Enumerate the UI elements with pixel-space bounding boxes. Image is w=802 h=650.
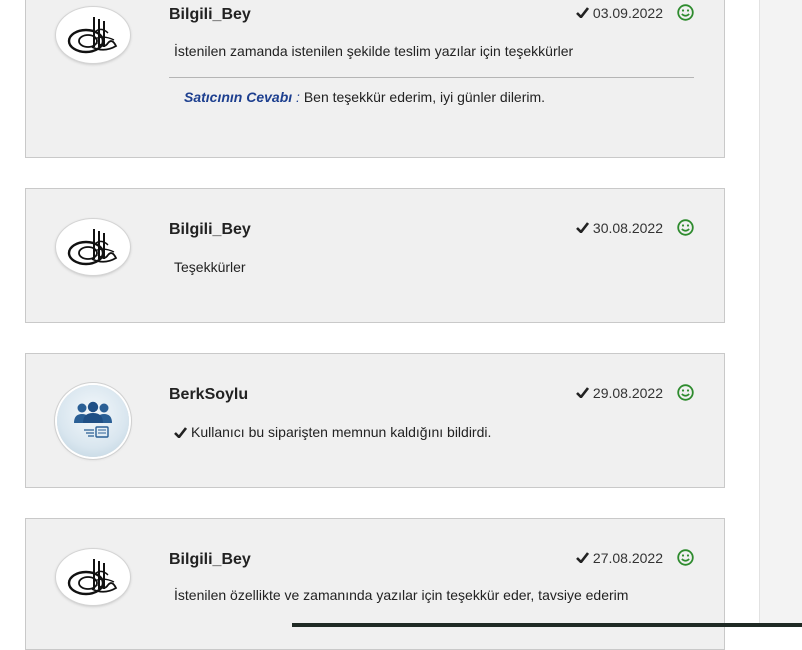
seller-reply: Satıcının Cevabı : Ben teşekkür ederim, … [184, 89, 545, 105]
checkmark-icon [576, 552, 589, 563]
review-card: BerkSoylu 29.08.2022 Kullanıcı bu sipari… [25, 353, 725, 488]
review-comment-text: İstenilen zamanda istenilen şekilde tesl… [174, 43, 574, 59]
tughra-calligraphy-icon [67, 17, 118, 54]
review-comment-text: Teşekkürler [174, 259, 246, 275]
seller-reply-label: Satıcının Cevabı [184, 89, 293, 105]
review-card: Bilgili_Bey 30.08.2022 Teşekkürler [25, 188, 725, 323]
review-comment: Teşekkürler [174, 259, 246, 275]
smiley-icon [677, 384, 694, 401]
reviewer-avatar [56, 219, 130, 275]
checkmark-icon [576, 7, 589, 18]
checkmark-icon [174, 426, 187, 438]
tughra-calligraphy-icon [67, 559, 118, 596]
review-comment-text: Kullanıcı bu siparişten memnun kaldığını… [191, 424, 492, 440]
review-meta: 03.09.2022 [576, 4, 694, 21]
review-meta: 30.08.2022 [576, 219, 694, 236]
reviewer-username[interactable]: BerkSoylu [169, 386, 248, 404]
seller-reply-text: Ben teşekkür ederim, iyi günler dilerim. [303, 89, 546, 105]
smiley-icon [677, 4, 694, 21]
tughra-calligraphy-icon [67, 229, 118, 266]
smiley-icon [677, 549, 694, 566]
review-date: 03.09.2022 [592, 4, 663, 21]
reviewer-username[interactable]: Bilgili_Bey [169, 221, 251, 239]
review-comment: İstenilen özellikte ve zamanında yazılar… [174, 587, 628, 603]
reviewer-username[interactable]: Bilgili_Bey [169, 551, 251, 569]
review-comment: İstenilen zamanda istenilen şekilde tesl… [174, 43, 573, 59]
bottom-bar [292, 623, 802, 627]
review-meta: 29.08.2022 [576, 384, 694, 401]
users-group-icon [74, 401, 112, 438]
review-date: 30.08.2022 [592, 219, 663, 236]
review-card: Bilgili_Bey 03.09.2022 İstenilen zamanda… [25, 0, 725, 158]
seller-reply-separator: : [292, 89, 304, 105]
page-right-gutter [759, 0, 802, 627]
review-comment-text: İstenilen özellikte ve zamanında yazılar… [174, 587, 629, 603]
checkmark-icon [576, 222, 589, 233]
review-card: Bilgili_Bey 27.08.2022 İstenilen özellik… [25, 518, 725, 650]
reviewer-username[interactable]: Bilgili_Bey [169, 6, 251, 24]
reply-divider [169, 77, 694, 78]
review-date: 27.08.2022 [592, 549, 663, 566]
review-date: 29.08.2022 [592, 384, 663, 401]
review-meta: 27.08.2022 [576, 549, 694, 566]
reviewer-avatar [57, 385, 129, 457]
reviewer-avatar [56, 549, 130, 605]
review-comment: Kullanıcı bu siparişten memnun kaldığını… [174, 424, 491, 440]
reviewer-avatar [56, 7, 130, 63]
smiley-icon [677, 219, 694, 236]
checkmark-icon [576, 387, 589, 398]
